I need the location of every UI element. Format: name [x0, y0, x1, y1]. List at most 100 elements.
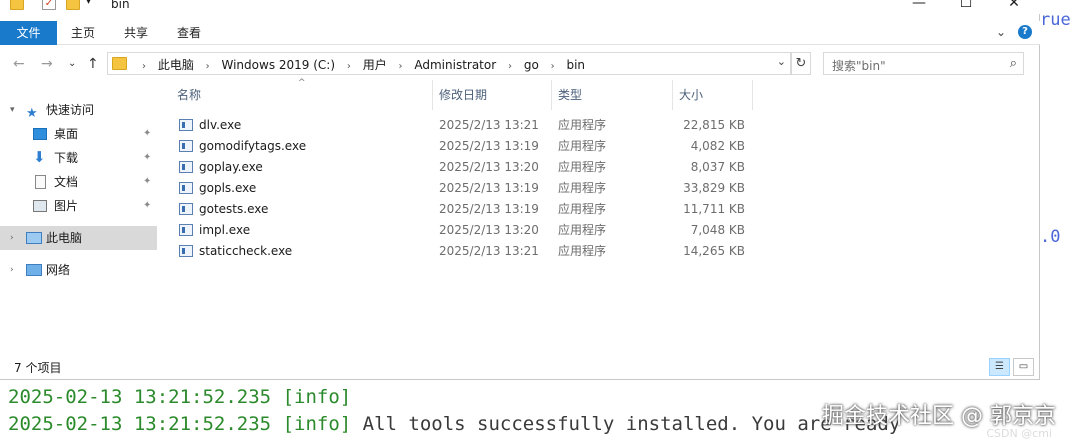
chevron-right-icon[interactable]: › — [551, 61, 555, 72]
column-header-date[interactable]: 修改日期 — [433, 80, 552, 110]
address-bar[interactable]: › 此电脑 › Windows 2019 (C:) › 用户 › Adminis… — [107, 52, 791, 75]
navigation-pane: ▾ ★ 快速访问 桌面 ✦ ⬇ 下载 ✦ 文档 ✦ 图片 ✦ › 此电脑 › 网… — [0, 94, 160, 354]
log-timestamp: 2025-02-13 13:21:52.235 — [8, 386, 272, 408]
column-header-type[interactable]: 类型 — [552, 80, 673, 110]
customize-toolbar-icon[interactable]: ▾ — [86, 0, 100, 8]
log-level: [info] — [282, 386, 352, 408]
file-explorer-window: ✓ ▾ bin — ☐ ✕ 文件 主页 共享 查看 ⌄ ? ← → ⌄ ↑ › … — [0, 0, 1040, 380]
pin-icon: ✦ — [143, 176, 152, 187]
editor-code-fragment: rue — [1040, 10, 1070, 30]
terminal-line: 2025-02-13 13:21:52.235 [info] — [8, 386, 351, 408]
log-message: All tools successfully installed. You ar… — [362, 413, 901, 435]
breadcrumb-item[interactable]: Administrator — [414, 58, 496, 72]
search-input[interactable]: 搜索"bin" ⌕ — [823, 52, 1024, 75]
folder-icon — [10, 0, 24, 10]
file-row[interactable]: dlv.exe 2025/2/13 13:21 应用程序 22,815 KB — [171, 115, 751, 136]
sidebar-item-pictures[interactable]: 图片 ✦ — [0, 194, 157, 218]
tab-share[interactable]: 共享 — [124, 21, 148, 45]
breadcrumb-item[interactable]: Windows 2019 (C:) — [222, 58, 336, 72]
pin-icon: ✦ — [143, 128, 152, 139]
chevron-right-icon[interactable]: › — [10, 258, 14, 282]
sidebar-item-label: 快速访问 — [46, 103, 95, 117]
file-name: gomodifytags.exe — [199, 139, 307, 153]
help-icon[interactable]: ? — [1018, 25, 1032, 39]
column-header-name[interactable]: 名称 — [171, 80, 433, 110]
up-button[interactable]: ↑ — [87, 56, 99, 72]
chevron-right-icon[interactable]: › — [508, 61, 512, 72]
application-icon — [179, 182, 193, 194]
breadcrumb-item[interactable]: 此电脑 — [158, 56, 194, 73]
chevron-right-icon[interactable]: › — [347, 61, 351, 72]
application-icon — [179, 245, 193, 257]
sidebar-item-documents[interactable]: 文档 ✦ — [0, 170, 157, 194]
sidebar-item-label: 下载 — [54, 151, 79, 165]
large-icons-view-button[interactable]: ▭ — [1013, 358, 1034, 376]
new-folder-icon[interactable] — [66, 0, 80, 10]
tab-home[interactable]: 主页 — [71, 21, 95, 45]
download-icon: ⬇ — [33, 148, 46, 166]
chevron-right-icon[interactable]: › — [399, 61, 403, 72]
file-name: gotests.exe — [199, 202, 269, 216]
recent-locations-button[interactable]: ⌄ — [68, 58, 76, 69]
log-timestamp: 2025-02-13 13:21:52.235 — [8, 413, 272, 435]
column-header-size[interactable]: 大小 — [673, 80, 753, 110]
file-type: 应用程序 — [558, 244, 607, 258]
chevron-right-icon[interactable]: › — [206, 61, 210, 72]
pin-icon: ✦ — [143, 152, 152, 163]
search-icon[interactable]: ⌕ — [1010, 56, 1017, 71]
breadcrumb: › 此电脑 › Windows 2019 (C:) › 用户 › Adminis… — [134, 56, 585, 73]
expand-ribbon-icon[interactable]: ⌄ — [996, 25, 1006, 39]
sidebar-item-network[interactable]: › 网络 — [0, 258, 157, 282]
application-icon — [179, 140, 193, 152]
search-placeholder: 搜索"bin" — [832, 59, 886, 73]
maximize-button[interactable]: ☐ — [943, 0, 989, 14]
chevron-down-icon[interactable]: ▾ — [10, 98, 15, 122]
application-icon — [179, 224, 193, 236]
properties-icon[interactable]: ✓ — [42, 0, 56, 10]
sidebar-item-desktop[interactable]: 桌面 ✦ — [0, 122, 157, 146]
file-row[interactable]: gotests.exe 2025/2/13 13:19 应用程序 11,711 … — [171, 199, 751, 220]
file-type: 应用程序 — [558, 139, 607, 153]
back-button[interactable]: ← — [13, 56, 25, 72]
sidebar-item-downloads[interactable]: ⬇ 下载 ✦ — [0, 146, 157, 170]
tab-file[interactable]: 文件 — [0, 21, 57, 45]
ribbon-tabs: 文件 主页 共享 查看 ⌄ ? — [0, 21, 1040, 45]
sidebar-item-this-pc[interactable]: › 此电脑 — [0, 226, 157, 250]
chevron-right-icon[interactable]: › — [10, 226, 14, 250]
close-button[interactable]: ✕ — [991, 0, 1037, 14]
terminal-line: 2025-02-13 13:21:52.235 [info] All tools… — [8, 413, 900, 435]
address-dropdown-icon[interactable]: ⌄ — [777, 55, 786, 68]
tab-view[interactable]: 查看 — [177, 21, 201, 45]
file-type: 应用程序 — [558, 118, 607, 132]
star-icon: ★ — [26, 106, 38, 121]
sidebar-item-label: 文档 — [54, 175, 79, 189]
forward-button[interactable]: → — [41, 56, 53, 72]
file-row[interactable]: gomodifytags.exe 2025/2/13 13:19 应用程序 4,… — [171, 136, 751, 157]
title-bar: ✓ ▾ bin — ☐ ✕ — [0, 0, 1040, 14]
navigation-bar: ← → ⌄ ↑ › 此电脑 › Windows 2019 (C:) › 用户 ›… — [0, 49, 1040, 79]
sidebar-item-quick-access[interactable]: ▾ ★ 快速访问 — [0, 98, 157, 122]
file-name: staticcheck.exe — [199, 244, 293, 258]
minimize-button[interactable]: — — [896, 0, 942, 14]
file-type: 应用程序 — [558, 160, 607, 174]
file-name: impl.exe — [199, 223, 251, 237]
file-row[interactable]: goplay.exe 2025/2/13 13:20 应用程序 8,037 KB — [171, 157, 751, 178]
watermark: 掘金技术社区 @ 郭京京 — [822, 404, 1056, 429]
breadcrumb-item[interactable]: 用户 — [363, 56, 387, 73]
folder-icon — [112, 57, 127, 70]
breadcrumb-item[interactable]: bin — [566, 58, 585, 72]
file-row[interactable]: impl.exe 2025/2/13 13:20 应用程序 7,048 KB — [171, 220, 751, 241]
window-title: bin — [111, 0, 130, 11]
file-date: 2025/2/13 13:21 — [439, 118, 539, 132]
log-level: [info] — [282, 413, 352, 435]
file-row[interactable]: gopls.exe 2025/2/13 13:19 应用程序 33,829 KB — [171, 178, 751, 199]
file-size: 11,711 KB — [683, 202, 745, 216]
file-size: 4,082 KB — [690, 139, 745, 153]
item-count: 7 个项目 — [14, 361, 62, 375]
file-row[interactable]: staticcheck.exe 2025/2/13 13:21 应用程序 14,… — [171, 241, 751, 262]
editor-code-fragment: .0 — [1040, 227, 1061, 247]
breadcrumb-item[interactable]: go — [524, 58, 539, 72]
details-view-button[interactable]: ☰ — [989, 358, 1010, 376]
watermark-sub: CSDN @cmi — [986, 427, 1052, 440]
refresh-button[interactable]: ↻ — [791, 52, 811, 75]
